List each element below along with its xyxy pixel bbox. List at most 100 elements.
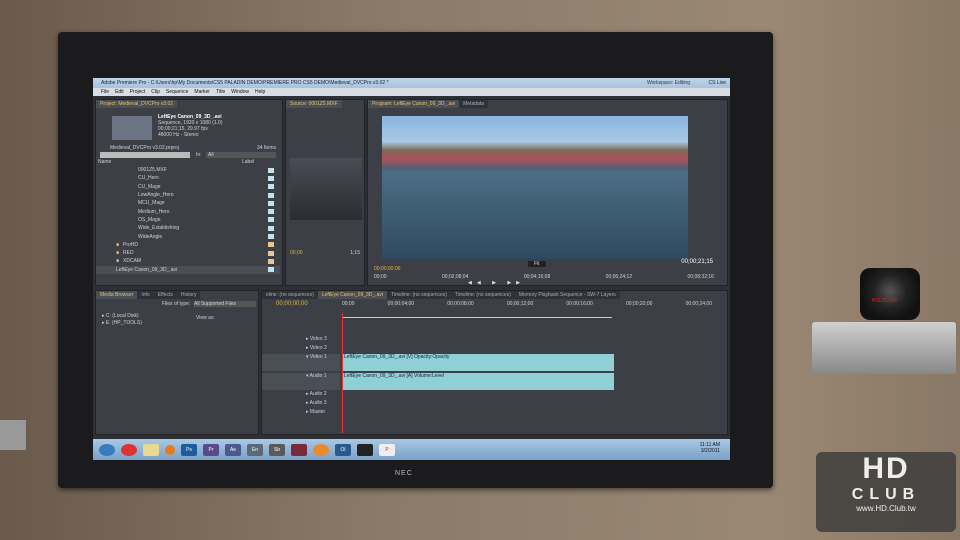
cs-live-button[interactable]: CS Live (708, 80, 726, 86)
premiere-icon[interactable]: Pr (203, 443, 219, 456)
watermark-club: CLUB (851, 486, 921, 503)
drive-item[interactable]: ▸ C: (Local Disk) (102, 313, 139, 319)
workspace-selector[interactable]: Workspace: Editing (647, 80, 690, 86)
item-label: MCU_Mage (138, 200, 165, 207)
ruler-tick: 00;00;20;00 (625, 301, 653, 307)
source-tab[interactable]: Source: 0001Z5.MXF (286, 100, 342, 108)
powerpoint-icon[interactable]: P (379, 443, 395, 456)
menu-project[interactable]: Project (130, 89, 146, 95)
list-item[interactable]: Wide_Establishing (96, 224, 280, 232)
track-label: Video 3 (309, 336, 327, 342)
drive-item[interactable]: ▸ E: (HP_TOOLS) (102, 320, 142, 326)
list-item[interactable]: MCU_Mage (96, 199, 280, 207)
ruler-tick: 00;04;16;08 (523, 274, 551, 280)
watermark-hd: HD (862, 452, 910, 485)
tab-media-browser[interactable]: Media Browser (96, 291, 138, 299)
tab-effects[interactable]: Effects (153, 291, 177, 299)
transport-controls[interactable]: ◀◀ ▶ ▶▶ (468, 280, 525, 286)
track-label: Audio 2 (309, 391, 327, 397)
menu-file[interactable]: File (101, 89, 109, 95)
media-player-icon[interactable] (165, 444, 175, 455)
menu-marker[interactable]: Marker (194, 89, 210, 95)
tab-history[interactable]: History (176, 291, 201, 299)
app-icon[interactable] (291, 443, 307, 456)
tab-info[interactable]: Info (137, 291, 154, 299)
fit-select[interactable]: Fit (528, 261, 546, 267)
folder-item[interactable]: ■ RED (96, 249, 280, 257)
track-label: Audio 3 (309, 400, 327, 406)
label-swatch (268, 258, 274, 264)
chrome-icon[interactable] (121, 443, 137, 456)
app-icon[interactable] (313, 443, 329, 456)
timeline-tab[interactable]: Timeline: (no sequences) (386, 291, 451, 299)
menu-title[interactable]: Title (216, 89, 225, 95)
timeline-panel: eline: (no sequences) LeftEye Canon_09_3D… (261, 290, 728, 435)
ruler-tick: 00;00;08;00 (447, 301, 474, 307)
list-item[interactable]: WideAngle (96, 232, 280, 240)
track-video-2[interactable]: ▸ Video 2 (262, 345, 340, 353)
menu-edit[interactable]: Edit (115, 89, 124, 95)
search-input[interactable] (100, 152, 190, 158)
soundbooth-icon[interactable]: Sb (269, 443, 285, 456)
project-tab[interactable]: Project: Medieval_DVCPro v3.02 (96, 100, 178, 108)
explorer-icon[interactable] (143, 443, 159, 456)
source-end: 1;15 (350, 250, 360, 256)
timeline-tab[interactable]: LeftEye Canon_09_3D_.avi (317, 291, 387, 299)
col-label[interactable]: Label (242, 159, 254, 165)
track-video-3[interactable]: ▸ Video 3 (262, 336, 340, 344)
list-item[interactable]: Medium_Hero (96, 207, 280, 215)
track-video-1[interactable]: ▾ Video 1 (262, 354, 340, 371)
metadata-tab[interactable]: Metadata (459, 100, 488, 108)
photoshop-icon[interactable]: Ps (181, 443, 197, 456)
timeline-tab[interactable]: Timeline: (no sequences) (450, 291, 515, 299)
menu-help[interactable]: Help (255, 89, 265, 95)
col-name[interactable]: Name (98, 159, 111, 165)
label-swatch (268, 267, 274, 273)
in-label: In: (196, 152, 202, 158)
files-of-type-select[interactable]: All Supported Files (194, 301, 256, 307)
ruler-tick: 00;08;32;16 (687, 274, 714, 280)
label-swatch (268, 225, 274, 231)
list-item[interactable]: CU_Hero (96, 174, 280, 182)
menu-window[interactable]: Window (231, 89, 249, 95)
track-label: Video 2 (309, 345, 327, 351)
video-app-icon[interactable] (357, 443, 373, 456)
list-item[interactable]: LowAngle_Hero (96, 191, 280, 199)
files-of-type-label: Files of type: (162, 301, 191, 307)
after-effects-icon[interactable]: Ae (225, 443, 241, 456)
track-master[interactable]: ▸ Master (262, 409, 340, 417)
program-tab[interactable]: Program: LeftEye Canon_09_3D_.avi (368, 100, 460, 108)
program-ruler[interactable]: 00;00 00;02;08;04 00;04;16;08 00;06;24;12 00… (374, 274, 714, 280)
track-audio-2[interactable]: ▸ Audio 2 (262, 391, 340, 399)
menu-clip[interactable]: Clip (151, 89, 160, 95)
sequence-item[interactable]: LeftEye Canon_09_3D_.avi (96, 265, 280, 274)
media-browser-panel: Media Browser Info Effects History Files of… (95, 290, 259, 435)
track-audio-1[interactable]: ▾ Audio 1 (262, 373, 340, 390)
timeline-tab[interactable]: Memory Playback Sequence - SW-7 Layers (514, 291, 620, 299)
watermark-url: www.HD.Club.tw (856, 504, 916, 513)
list-item[interactable]: OS_Mage (96, 216, 280, 224)
item-label: OS_Mage (138, 216, 161, 223)
folder-item[interactable]: ■ ProHD (96, 241, 280, 249)
in-select[interactable]: All (206, 152, 276, 158)
play-icon[interactable]: ◀◀ ▶ ▶▶ (468, 280, 525, 286)
playhead[interactable] (342, 313, 343, 433)
start-button[interactable] (99, 443, 115, 456)
track-audio-3[interactable]: ▸ Audio 3 (262, 400, 340, 408)
encore-icon[interactable]: En (247, 443, 263, 456)
timeline-ruler[interactable]: 00;00 00;00;04;00 00;00;08;00 00;00;12;00 00… (342, 301, 712, 307)
menu-sequence[interactable]: Sequence (166, 89, 189, 95)
track-label: Audio 1 (309, 373, 327, 379)
work-area-bar[interactable] (342, 317, 612, 318)
audio-clip[interactable]: LeftEye Canon_09_3D_.avi [A] Volume:Leve… (342, 373, 614, 390)
item-label: Wide_Establishing (138, 225, 180, 232)
onlocation-icon[interactable]: Ol (335, 443, 351, 456)
list-item[interactable]: 0001Z5.MXF (96, 166, 280, 174)
folder-item[interactable]: ■ XDCAM (96, 257, 280, 265)
item-label: WideAngle (138, 233, 163, 240)
system-clock[interactable]: 11:11 AM 3/2/2011 (700, 442, 720, 454)
timeline-tab[interactable]: eline: (no sequences) (262, 291, 318, 299)
list-item[interactable]: CU_Mage (96, 183, 280, 191)
video-clip[interactable]: LeftEye Canon_09_3D_.avi [V] Opacity:Opa… (342, 354, 614, 371)
source-timecode: 00;00 (290, 250, 303, 256)
